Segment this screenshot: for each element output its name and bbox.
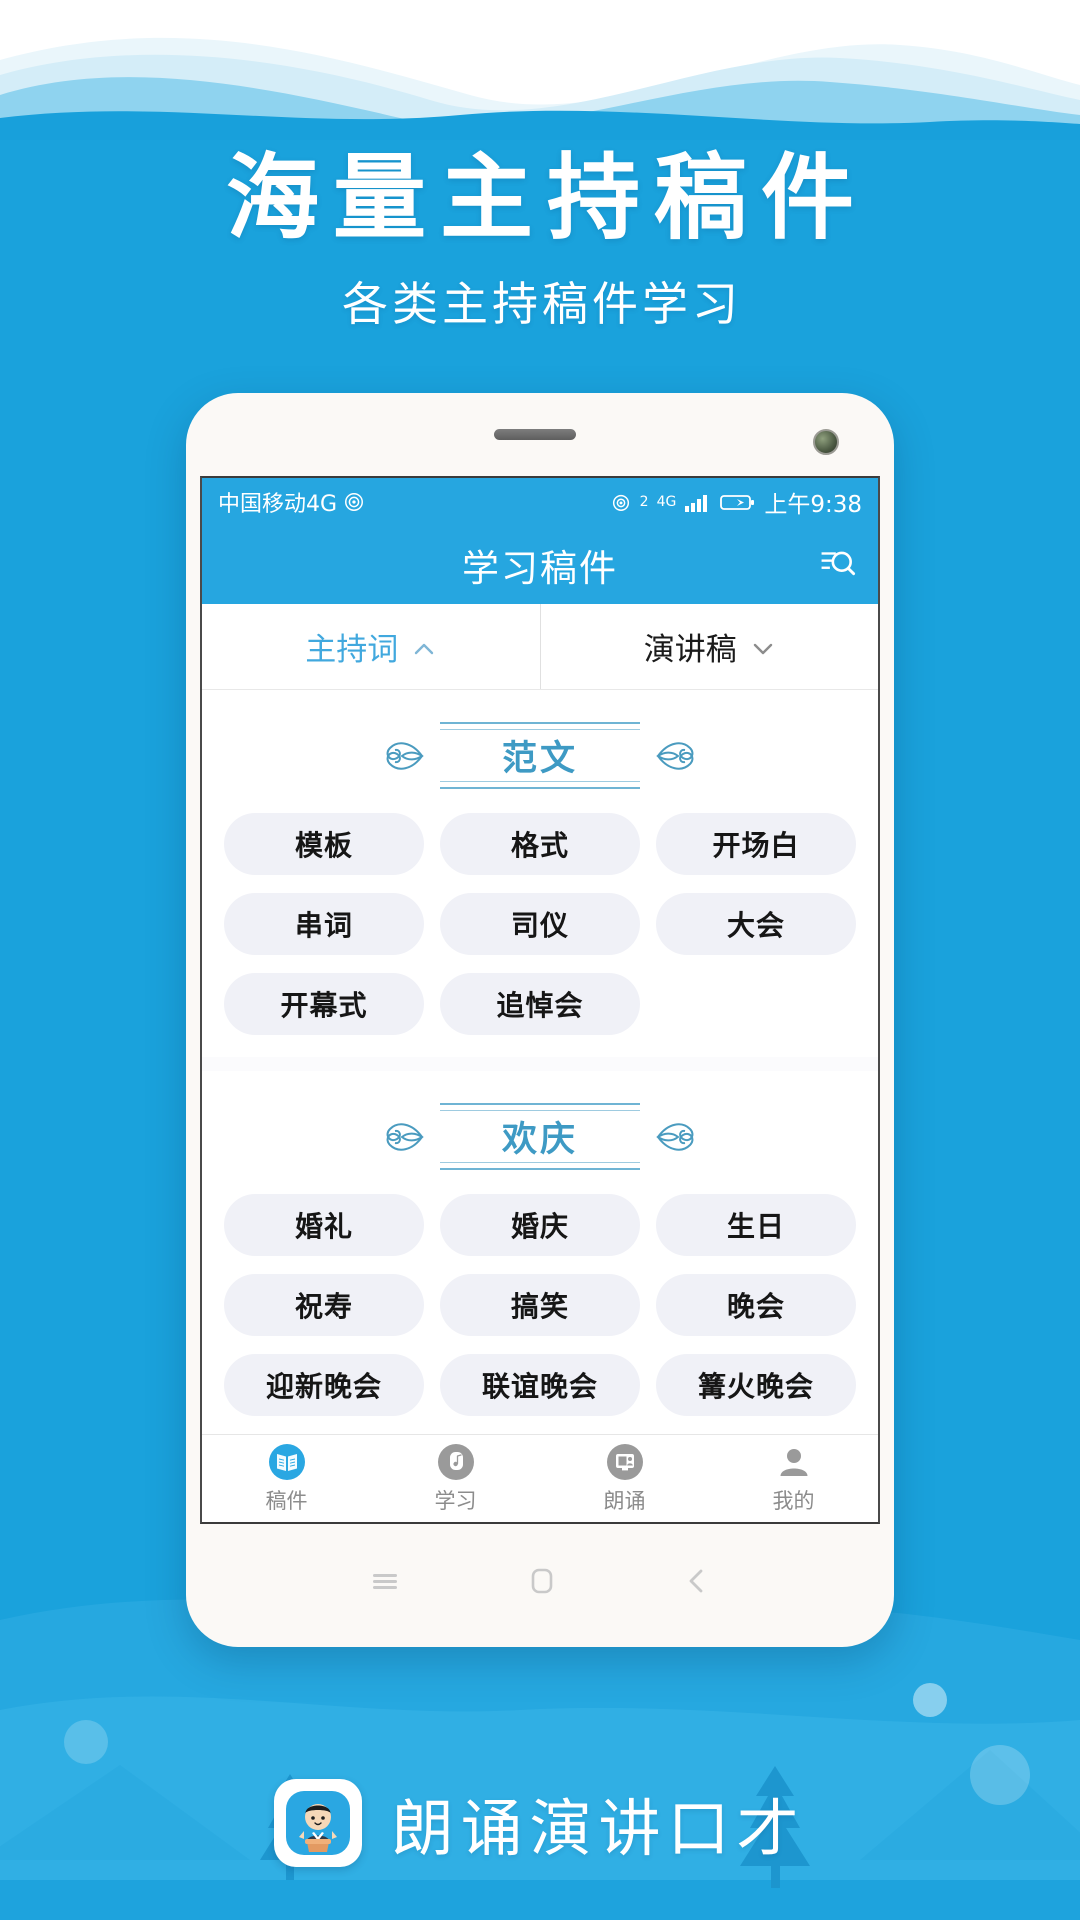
presentation-icon xyxy=(605,1442,645,1482)
hotspot-icon xyxy=(612,494,629,511)
category-tabs: 主持词 演讲稿 xyxy=(202,604,878,690)
clock-label: 上午9:38 xyxy=(764,492,862,518)
category-chip[interactable]: 婚礼 xyxy=(224,1194,424,1256)
promo-header: 海量主持稿件 各类主持稿件学习 xyxy=(0,140,1080,334)
menu-icon[interactable] xyxy=(370,1569,400,1597)
section-rule-bottom xyxy=(440,781,640,789)
category-chip[interactable]: 联谊晚会 xyxy=(440,1354,640,1416)
flourish-left-icon xyxy=(386,1122,424,1151)
top-wave-decoration xyxy=(0,0,1080,140)
app-name-label: 朗诵演讲口才 xyxy=(391,1792,806,1865)
section-header: 范文 xyxy=(202,700,878,799)
status-bar-right: 2 4G 上午9:38 xyxy=(610,485,862,519)
promo-subheadline: 各类主持稿件学习 xyxy=(342,277,742,332)
section-title-block: 范文 xyxy=(440,722,640,789)
signal-bars-icon xyxy=(685,495,708,512)
search-list-icon[interactable] xyxy=(818,544,856,586)
book-icon xyxy=(267,1442,307,1482)
status-bar: 中国移动4G 2 4G 上午9:38 xyxy=(202,478,878,526)
category-chip[interactable]: 模板 xyxy=(224,813,424,875)
flourish-right-icon xyxy=(656,1122,694,1151)
tabbar-item-langsong[interactable]: 朗诵 xyxy=(540,1435,709,1522)
music-note-icon xyxy=(436,1442,476,1482)
category-list[interactable]: 范文 模板 格式 开场白 串词 司仪 大会 开幕式 追悼会 欢庆 婚礼 婚庆 生… xyxy=(202,690,878,1522)
tabbar-label: 学习 xyxy=(434,1489,477,1513)
tabbar-item-wode[interactable]: 我的 xyxy=(709,1435,878,1522)
tabbar-item-gaojian[interactable]: 稿件 xyxy=(202,1435,371,1522)
phone-mockup: 中国移动4G 2 4G 上午9:38 学习稿件 主持词 演讲稿 范文 模板 格式… xyxy=(186,393,894,1647)
category-chip[interactable]: 格式 xyxy=(440,813,640,875)
category-chip[interactable]: 开幕式 xyxy=(224,973,424,1035)
tab-label: 主持词 xyxy=(305,632,399,668)
tab-zhuchici[interactable]: 主持词 xyxy=(202,604,540,689)
front-camera xyxy=(813,429,839,455)
tabbar-label: 朗诵 xyxy=(603,1489,646,1513)
android-nav-bar xyxy=(186,1524,894,1642)
phone-top-bezel xyxy=(186,393,894,476)
section-title: 欢庆 xyxy=(501,1120,578,1160)
category-chip[interactable]: 串词 xyxy=(224,893,424,955)
phone-screen: 中国移动4G 2 4G 上午9:38 学习稿件 主持词 演讲稿 范文 模板 格式… xyxy=(200,476,880,1524)
category-chip[interactable]: 司仪 xyxy=(440,893,640,955)
category-chip[interactable]: 大会 xyxy=(656,893,856,955)
section-rule-top xyxy=(440,722,640,730)
footer-branding: 朗诵演讲口才 xyxy=(0,1778,1080,1868)
category-chip[interactable]: 篝火晚会 xyxy=(656,1354,856,1416)
bottom-tab-bar: 稿件 学习 朗诵 我的 xyxy=(202,1434,878,1522)
category-chip[interactable]: 开场白 xyxy=(656,813,856,875)
battery-charging-icon xyxy=(720,495,755,510)
section-fanwen: 范文 模板 格式 开场白 串词 司仪 大会 开幕式 追悼会 xyxy=(202,690,878,1057)
carrier-label: 中国移动4G xyxy=(218,492,338,517)
flourish-right-icon xyxy=(656,741,694,770)
tab-label: 演讲稿 xyxy=(643,632,737,668)
back-icon[interactable] xyxy=(684,1566,710,1600)
section-rule-bottom xyxy=(440,1162,640,1170)
hotspot-icon xyxy=(345,493,364,511)
section-rule-top xyxy=(440,1103,640,1111)
category-chip[interactable]: 婚庆 xyxy=(440,1194,640,1256)
network-type-label: 4G xyxy=(656,494,677,510)
chevron-up-icon xyxy=(412,629,436,665)
section-header: 欢庆 xyxy=(202,1081,878,1180)
home-icon[interactable] xyxy=(529,1566,555,1600)
tabbar-item-xuexi[interactable]: 学习 xyxy=(371,1435,540,1522)
section-title-block: 欢庆 xyxy=(440,1103,640,1170)
promo-headline: 海量主持稿件 xyxy=(226,144,868,252)
category-chip[interactable]: 生日 xyxy=(656,1194,856,1256)
category-chip[interactable]: 迎新晚会 xyxy=(224,1354,424,1416)
category-chip[interactable]: 搞笑 xyxy=(440,1274,640,1336)
page-title: 学习稿件 xyxy=(462,547,618,590)
section-title: 范文 xyxy=(501,739,578,779)
chevron-down-icon xyxy=(751,629,775,665)
app-bar: 学习稿件 xyxy=(202,526,878,604)
category-chip[interactable]: 晚会 xyxy=(656,1274,856,1336)
chip-grid: 模板 格式 开场白 串词 司仪 大会 开幕式 追悼会 xyxy=(202,799,878,1035)
flourish-left-icon xyxy=(386,741,424,770)
app-logo-icon xyxy=(274,1779,363,1867)
signal-count-label: 2 xyxy=(639,494,649,510)
category-chip[interactable]: 祝寿 xyxy=(224,1274,424,1336)
status-bar-left: 中国移动4G xyxy=(218,486,365,518)
tabbar-label: 我的 xyxy=(772,1489,815,1513)
category-chip[interactable]: 追悼会 xyxy=(440,973,640,1035)
tab-yanjianggao[interactable]: 演讲稿 xyxy=(539,604,879,689)
tabbar-label: 稿件 xyxy=(265,1489,308,1513)
person-icon xyxy=(774,1442,814,1482)
earpiece-speaker xyxy=(494,429,576,440)
